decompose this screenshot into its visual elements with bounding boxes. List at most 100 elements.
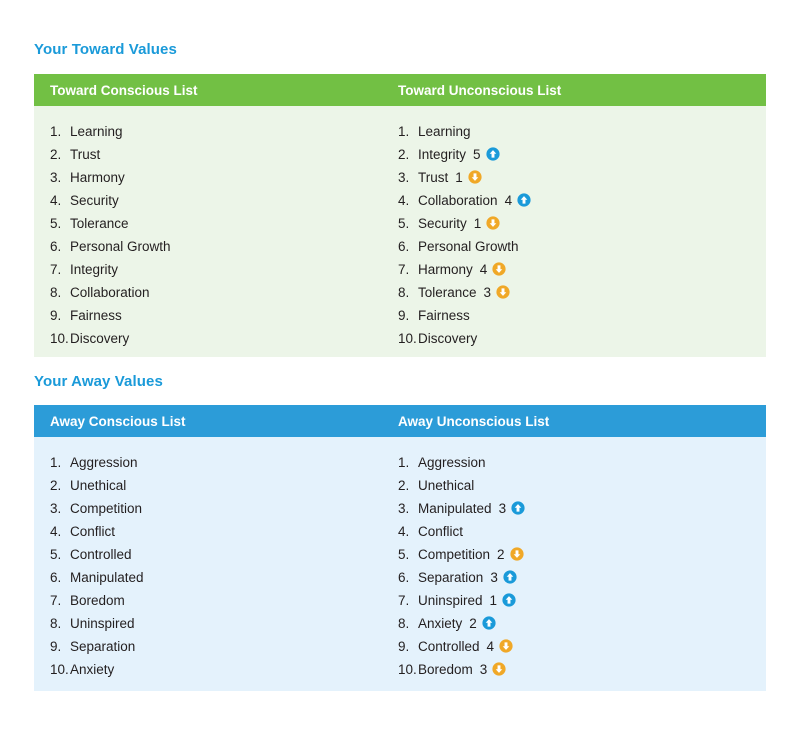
list-item-rank: 3. <box>50 501 62 516</box>
list-item-rank: 1. <box>398 124 410 139</box>
list-item-rank: 4. <box>50 524 62 539</box>
away-panel-body: 1. Aggression 2. Unethical 3. Competition 4. Co… <box>34 437 766 691</box>
list-item-label: Unethical <box>418 478 475 493</box>
list-item-rank: 10. <box>50 331 69 346</box>
list-item: 4. Security <box>50 189 171 212</box>
away-unconscious-column: 1. Aggression 2. Unethical 3. Manipulated 3 4. C… <box>398 451 525 681</box>
toward-panel-header: Toward Conscious List Toward Unconscious… <box>34 74 766 106</box>
list-item-rank: 10. <box>50 662 69 677</box>
list-item: 1. Learning <box>50 120 171 143</box>
list-item-label: Discovery <box>70 331 130 346</box>
toward-conscious-column: 1. Learning 2. Trust 3. Harmony 4. Security 5. To… <box>50 120 171 350</box>
list-item: 3. Competition <box>50 497 144 520</box>
list-item-rank-change-value: 1 <box>473 216 482 231</box>
arrow-up-icon <box>503 570 517 584</box>
list-item-rank-change-value: 2 <box>497 547 505 562</box>
list-item-label: Anxiety <box>70 662 115 677</box>
column-header-toward-conscious: Toward Conscious List <box>50 82 198 98</box>
list-item-rank: 8. <box>50 616 62 631</box>
list-item-rank-change-value: 3 <box>479 662 488 677</box>
toward-conscious-list: 1. Learning 2. Trust 3. Harmony 4. Security 5. To… <box>50 120 171 350</box>
list-item-rank: 5. <box>398 216 410 231</box>
list-item-rank: 7. <box>50 262 62 277</box>
list-item-rank: 9. <box>398 308 410 323</box>
list-item: 1. Learning <box>398 120 531 143</box>
list-item: 2. Unethical <box>398 474 525 497</box>
list-item-rank: 5. <box>398 547 410 562</box>
list-item: 4. Conflict <box>398 520 525 543</box>
list-item: 4. Conflict <box>50 520 144 543</box>
list-item-rank: 1. <box>50 455 62 470</box>
list-item: 5. Tolerance <box>50 212 171 235</box>
list-item: 8. Collaboration <box>50 281 171 304</box>
list-item-label: Conflict <box>418 524 464 539</box>
list-item-label: Boredom <box>418 662 473 677</box>
list-item-rank: 2. <box>50 478 62 493</box>
column-header-away-conscious: Away Conscious List <box>50 413 186 429</box>
list-item-label: Harmony <box>70 170 125 185</box>
list-item-rank-change-value: 3 <box>498 501 507 516</box>
arrow-down-icon <box>496 285 510 299</box>
list-item: 5. Competition 2 <box>398 543 525 566</box>
list-item: 10.Boredom 3 <box>398 658 525 681</box>
list-item: 1. Aggression <box>398 451 525 474</box>
list-item-rank: 4. <box>398 193 410 208</box>
page-title-toward-values: Your Toward Values <box>34 41 177 58</box>
list-item: 2. Integrity 5 <box>398 143 531 166</box>
list-item: 5. Controlled <box>50 543 144 566</box>
toward-panel-body: 1. Learning 2. Trust 3. Harmony 4. Security 5. To… <box>34 106 766 357</box>
list-item: 8. Uninspired <box>50 612 144 635</box>
list-item-label: Controlled <box>418 639 480 654</box>
list-item: 7. Integrity <box>50 258 171 281</box>
list-item: 5. Security 1 <box>398 212 531 235</box>
list-item-label: Security <box>70 193 119 208</box>
list-item-rank-change-value: 4 <box>479 262 488 277</box>
list-item: 6. Personal Growth <box>50 235 171 258</box>
list-item: 1. Aggression <box>50 451 144 474</box>
arrow-down-icon <box>492 262 506 276</box>
list-item: 10.Anxiety <box>50 658 144 681</box>
list-item: 3. Harmony <box>50 166 171 189</box>
list-item-label: Anxiety <box>418 616 463 631</box>
list-item-rank: 4. <box>50 193 62 208</box>
list-item-label: Discovery <box>418 331 478 346</box>
arrow-down-icon <box>499 639 513 653</box>
arrow-up-icon <box>502 593 516 607</box>
list-item-rank: 1. <box>398 455 410 470</box>
list-item-rank: 8. <box>398 285 410 300</box>
list-item-rank: 1. <box>50 124 62 139</box>
list-item-rank: 10. <box>398 331 417 346</box>
list-item-rank: 2. <box>50 147 62 162</box>
list-item-label: Competition <box>418 547 491 562</box>
list-item-label: Competition <box>70 501 143 516</box>
list-item-rank: 10. <box>398 662 417 677</box>
list-item-rank: 7. <box>398 262 410 277</box>
toward-unconscious-list: 1. Learning 2. Integrity 5 3. Trust 1 4. Collabor… <box>398 120 531 350</box>
list-item-label: Fairness <box>70 308 122 323</box>
list-item-label: Integrity <box>70 262 119 277</box>
list-item: 8. Anxiety 2 <box>398 612 525 635</box>
list-item-label: Manipulated <box>70 570 144 585</box>
list-item-label: Conflict <box>70 524 116 539</box>
list-item: 7. Uninspired 1 <box>398 589 525 612</box>
list-item-rank: 2. <box>398 147 410 162</box>
list-item: 7. Boredom <box>50 589 144 612</box>
list-item-label: Learning <box>70 124 123 139</box>
list-item-rank: 6. <box>50 239 62 254</box>
list-item-label: Boredom <box>70 593 125 608</box>
column-header-away-unconscious: Away Unconscious List <box>398 413 550 429</box>
arrow-up-icon <box>482 616 496 630</box>
list-item: 3. Trust 1 <box>398 166 531 189</box>
list-item-label: Uninspired <box>70 616 135 631</box>
list-item: 6. Personal Growth <box>398 235 531 258</box>
list-item-label: Tolerance <box>70 216 129 231</box>
list-item: 6. Separation 3 <box>398 566 525 589</box>
list-item-label: Collaboration <box>418 193 498 208</box>
list-item-rank: 3. <box>50 170 62 185</box>
away-conscious-list: 1. Aggression 2. Unethical 3. Competition 4. Co… <box>50 451 144 681</box>
values-report-page: Your Toward Values Toward Conscious List… <box>0 0 800 740</box>
list-item-label: Separation <box>418 570 484 585</box>
away-values-panel: Away Conscious List Away Unconscious Lis… <box>34 405 766 691</box>
list-item-label: Trust <box>418 170 449 185</box>
list-item-rank-change-value: 5 <box>473 147 481 162</box>
